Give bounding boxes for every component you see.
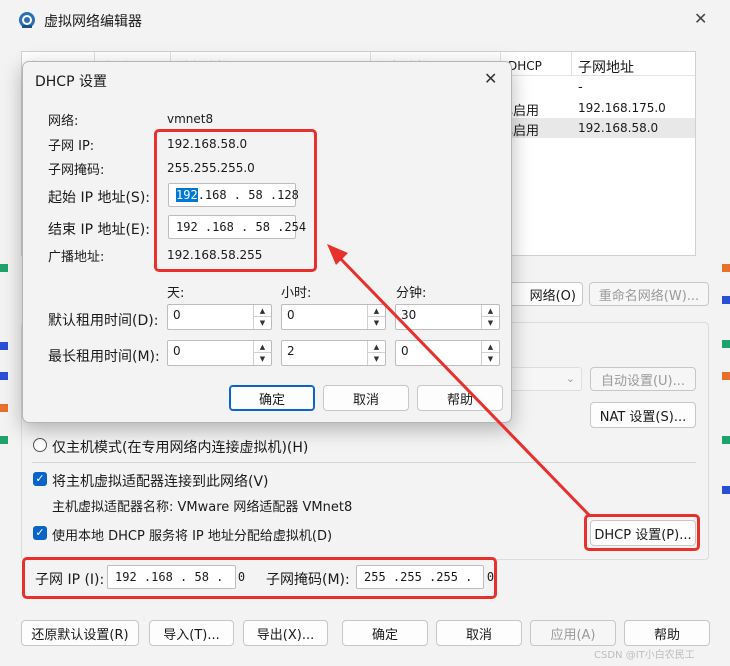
annotation-arrow [327, 244, 592, 518]
